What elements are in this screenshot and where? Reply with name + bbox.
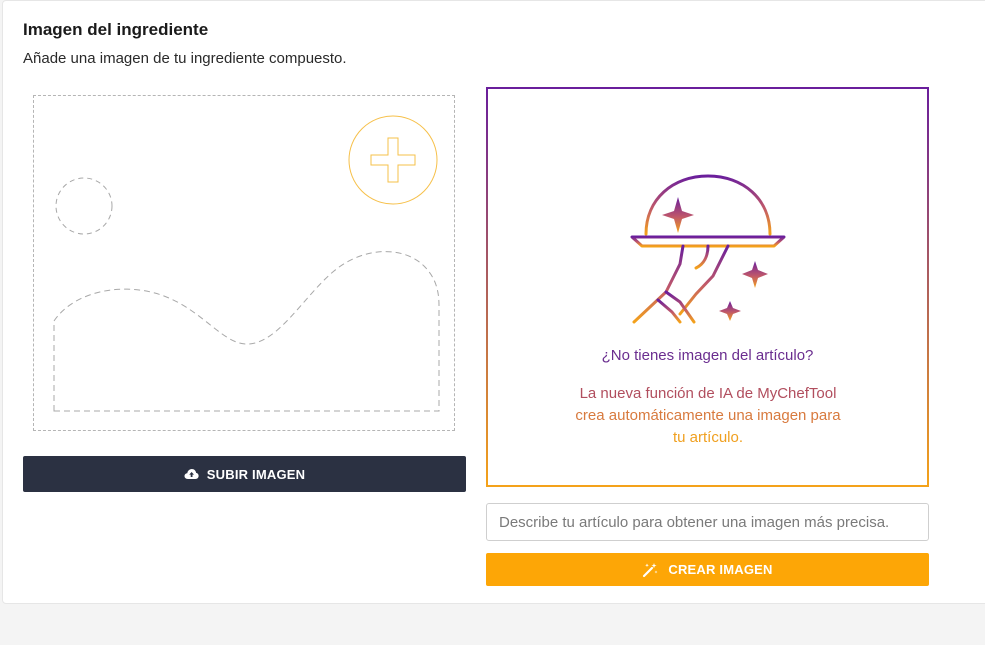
magic-wand-icon (643, 562, 658, 577)
ai-image-panel: ¿No tienes imagen del artículo? La nueva… (486, 87, 929, 487)
create-button-label: CREAR IMAGEN (668, 562, 773, 577)
ingredient-image-card: Imagen del ingrediente Añade una imagen … (2, 0, 985, 604)
serving-cloche-icon (614, 168, 786, 324)
cloud-upload-icon (184, 469, 199, 479)
upload-button-label: SUBIR IMAGEN (206, 466, 306, 482)
upload-image-button[interactable]: SUBIR IMAGEN (23, 456, 466, 492)
image-placeholder-icon (53, 115, 440, 412)
ai-question-text: ¿No tienes imagen del artículo? (601, 347, 814, 364)
create-image-button[interactable]: CREAR IMAGEN (486, 553, 929, 586)
image-dropzone[interactable] (33, 95, 455, 431)
ai-description: La nueva función de IA de MyChefTool cre… (548, 383, 868, 449)
section-subtitle: Añade una imagen de tu ingrediente compu… (23, 50, 347, 67)
plus-circle-icon[interactable] (348, 115, 438, 205)
ai-desc-line-2: crea automáticamente una imagen para (575, 407, 841, 424)
image-description-input[interactable] (486, 503, 929, 541)
ai-desc-line-1: La nueva función de IA de MyChefTool (579, 385, 837, 402)
section-title: Imagen del ingrediente (23, 20, 209, 39)
ai-desc-line-3: tu artículo. (672, 429, 744, 446)
